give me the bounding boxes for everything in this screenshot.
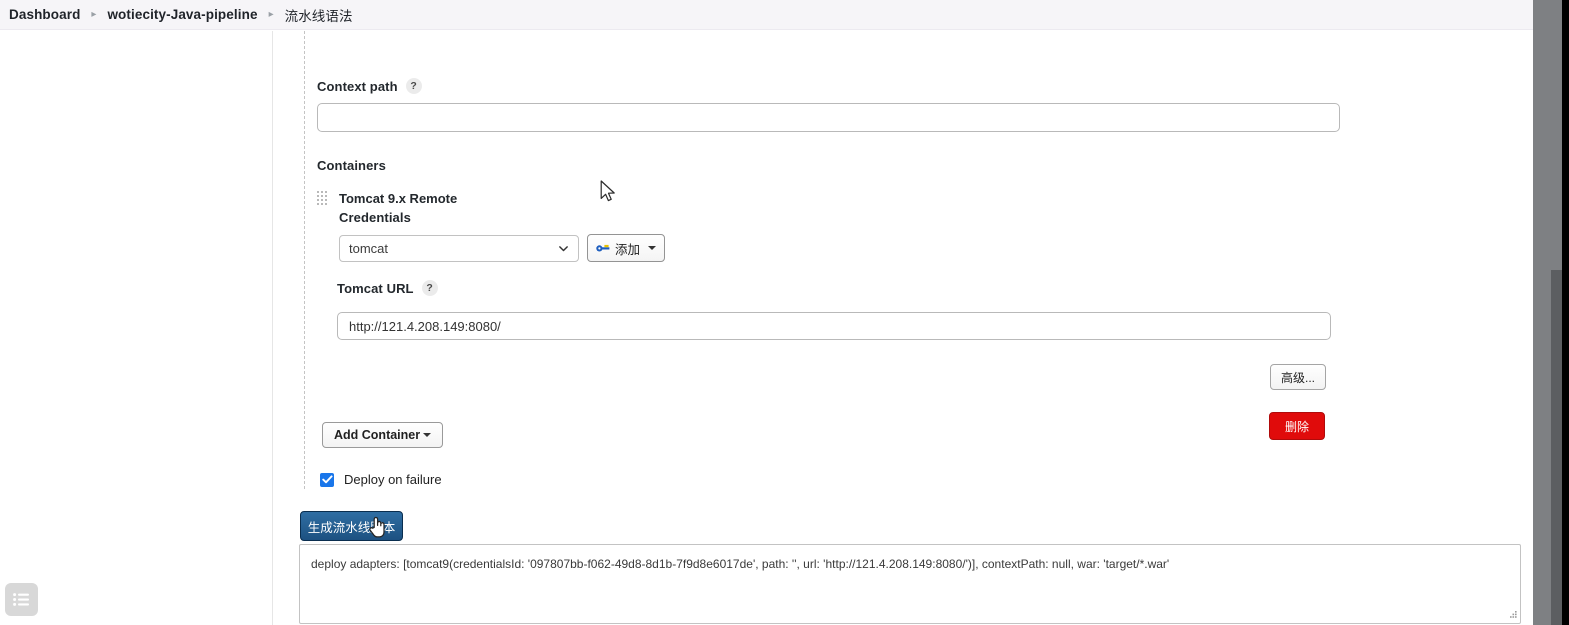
add-container-label: Add Container (334, 428, 421, 442)
form-block-guide (304, 31, 305, 489)
tomcat-url-label: Tomcat URL ? (337, 280, 438, 296)
breadcrumb-separator: ▸ (268, 8, 274, 20)
add-container-button[interactable]: Add Container (322, 422, 444, 448)
breadcrumb-item-dashboard[interactable]: Dashboard (9, 7, 80, 22)
generated-script-output[interactable]: deploy adapters: [tomcat9(credentialsId:… (299, 544, 1521, 624)
application-window: Dashboard ▸ wotiecity-Java-pipeline ▸ 流水… (0, 0, 1569, 625)
add-credentials-label: 添加 (615, 242, 641, 257)
add-credentials-button[interactable]: 添加 (587, 234, 666, 262)
context-path-label-text: Context path (317, 78, 398, 94)
breadcrumb-item-pipeline[interactable]: wotiecity-Java-pipeline (107, 7, 257, 22)
credentials-select[interactable]: tomcat (339, 235, 579, 262)
advanced-button[interactable]: 高级... (1270, 364, 1326, 390)
drag-handle-icon[interactable] (317, 191, 329, 206)
list-icon[interactable] (5, 583, 38, 616)
check-icon (320, 472, 334, 487)
breadcrumb-separator: ▸ (91, 8, 97, 20)
caret-down-icon (423, 433, 432, 437)
deploy-on-failure-label: Deploy on failure (344, 472, 442, 487)
help-icon[interactable]: ? (421, 280, 438, 296)
credentials-select-value: tomcat (349, 241, 389, 256)
main-content: Context path ? Containers Tomcat 9.x Rem… (274, 31, 1533, 625)
left-sidebar (0, 31, 273, 625)
delete-button[interactable]: 删除 (1269, 412, 1325, 440)
breadcrumb: Dashboard ▸ wotiecity-Java-pipeline ▸ 流水… (0, 0, 1533, 30)
credentials-label: Credentials (339, 210, 411, 225)
breadcrumb-item-pipeline-syntax[interactable]: 流水线语法 (285, 5, 353, 25)
key-icon (596, 244, 610, 251)
tomcat-url-label-text: Tomcat URL (337, 280, 414, 296)
tomcat-url-input[interactable] (337, 312, 1331, 340)
help-icon[interactable]: ? (405, 78, 422, 94)
generate-pipeline-script-button[interactable]: 生成流水线脚本 (300, 511, 403, 541)
context-path-label: Context path ? (317, 78, 422, 94)
window-edge (1562, 0, 1569, 625)
caret-down-icon (648, 246, 657, 250)
vertical-scrollbar-thumb[interactable] (1551, 270, 1562, 625)
chevron-down-icon (559, 246, 568, 252)
deploy-on-failure-checkbox[interactable]: Deploy on failure (320, 472, 442, 487)
containers-label: Containers (317, 158, 386, 173)
context-path-input[interactable] (317, 103, 1340, 132)
container-title: Tomcat 9.x Remote (339, 191, 458, 206)
